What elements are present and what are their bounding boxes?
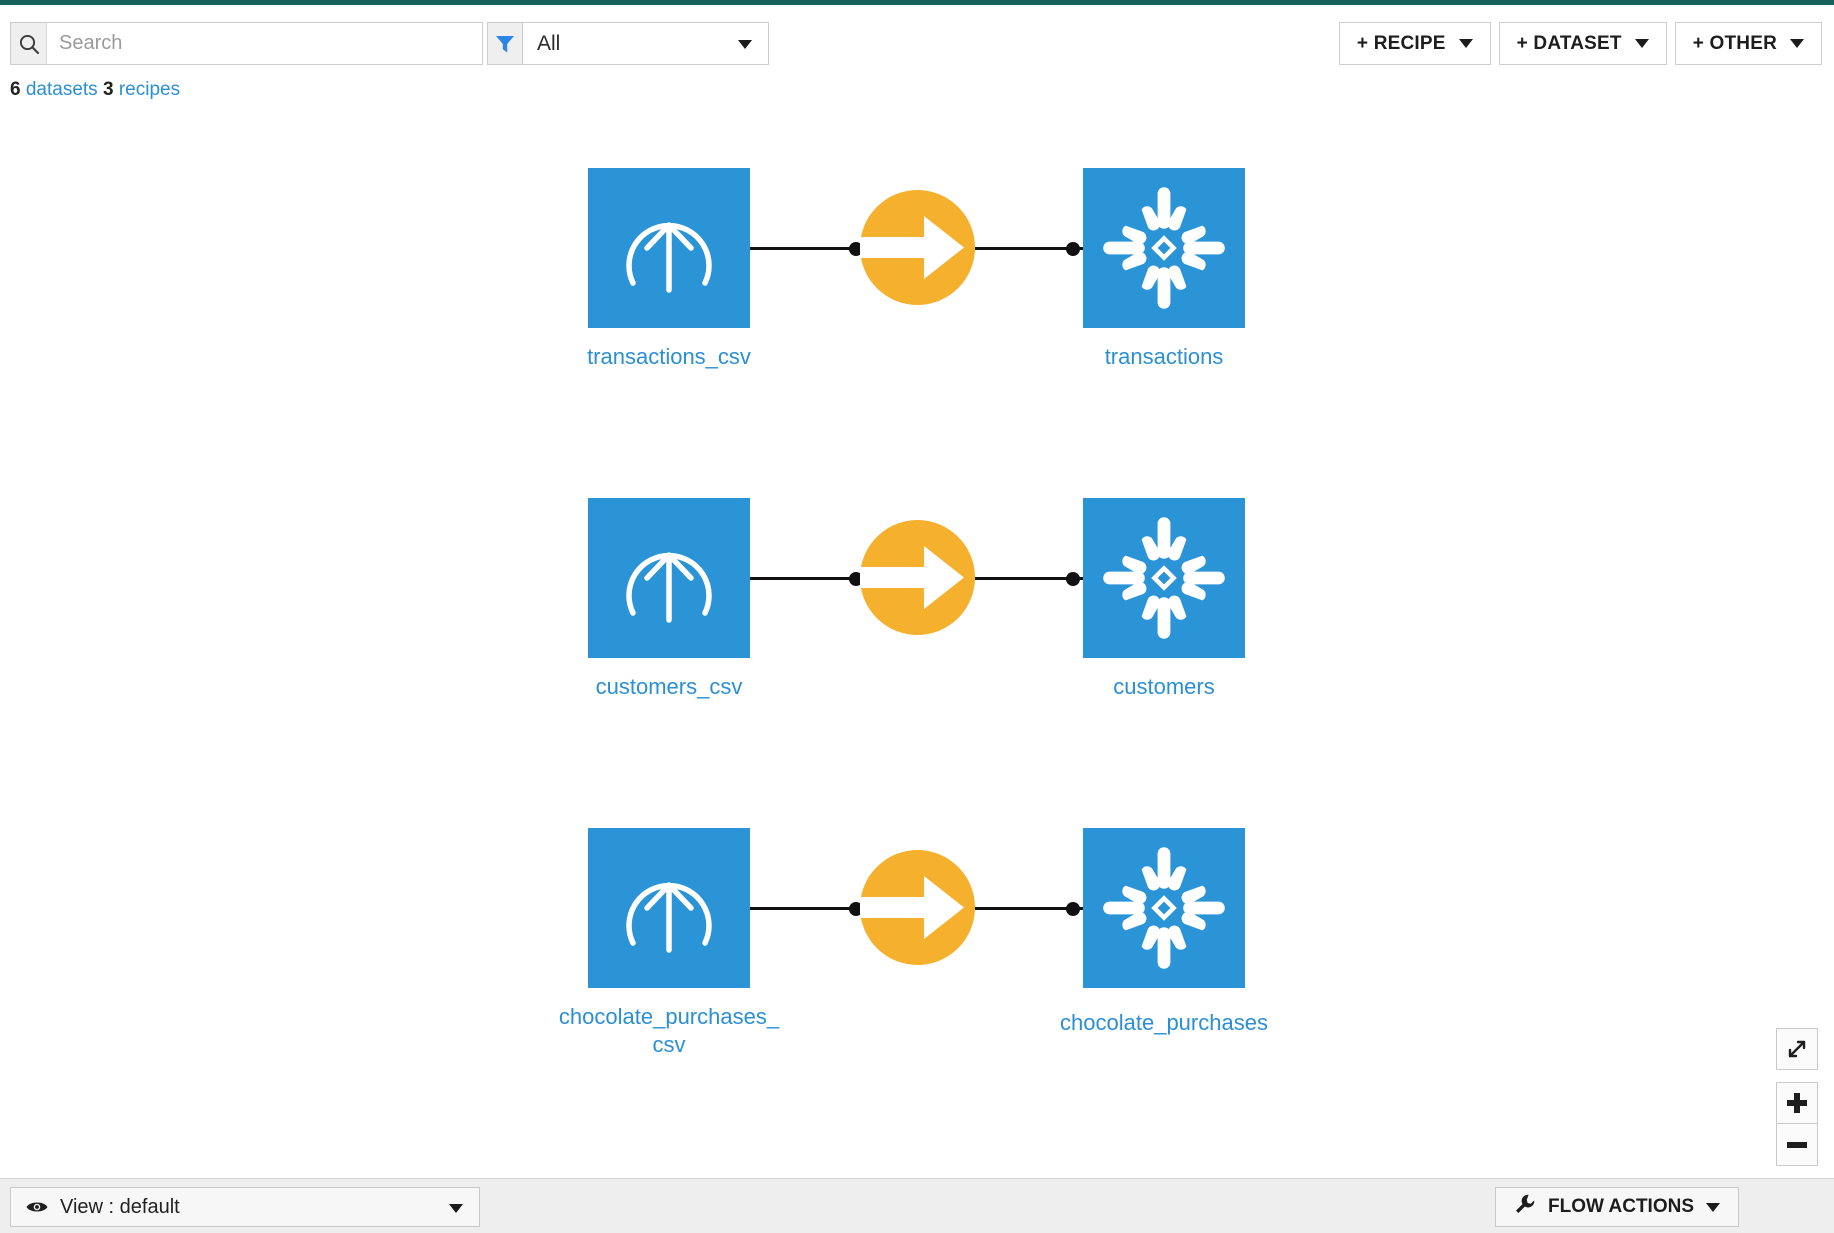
flow-edge [750,907,862,910]
dataset-node-target[interactable] [1083,498,1245,658]
plus-icon [1787,1093,1807,1113]
filter-group: All [487,22,769,65]
node-label-source[interactable]: customers_csv [489,673,849,701]
recipe-node[interactable] [860,850,975,965]
dataset-node-target[interactable] [1083,828,1245,988]
object-counts: 6 datasets 3 recipes [10,79,180,101]
node-label-target[interactable]: chocolate_purchases [984,1009,1344,1037]
add-recipe-label: + RECIPE [1356,32,1446,54]
recipe-node[interactable] [860,520,975,635]
add-dataset-label: + DATASET [1516,32,1622,54]
add-recipe-button[interactable]: + RECIPE [1338,22,1491,65]
search-icon [11,23,47,64]
flow-edge [750,577,862,580]
flow-row: customers_csv customers [0,485,1834,745]
chevron-down-icon [1790,39,1804,48]
filter-select[interactable]: All [523,22,769,65]
fit-to-screen-button[interactable] [1776,1028,1818,1070]
datasets-label[interactable]: datasets [26,79,98,100]
flow-edge-dot [1066,902,1080,916]
dataset-node-source[interactable] [588,498,750,658]
add-other-button[interactable]: + OTHER [1674,22,1822,65]
add-other-label: + OTHER [1692,32,1777,54]
search-group [10,22,483,65]
flow-canvas[interactable]: transactions_csv transactions customers_… [0,100,1834,1178]
flow-screen: All 6 datasets 3 recipes + RECIPE + DATA… [0,0,1834,1233]
node-label-target[interactable]: transactions [984,343,1344,371]
dataset-node-target[interactable] [1083,168,1245,328]
datasets-count: 6 [10,79,21,100]
node-label-source[interactable]: transactions_csv [489,343,849,371]
flow-status-bar: View : default FLOW ACTIONS [0,1178,1834,1233]
chevron-down-icon [1458,39,1473,48]
flow-row: chocolate_purchases_ csv chocolate_purch… [0,815,1834,1075]
add-dataset-button[interactable]: + DATASET [1498,22,1667,65]
dataset-node-source[interactable] [588,168,750,328]
view-select[interactable]: View : default [10,1187,480,1227]
flow-edge-dot [1066,572,1080,586]
node-label-target[interactable]: customers [984,673,1344,701]
flow-toolbar: All 6 datasets 3 recipes + RECIPE + DATA… [0,5,1834,100]
search-input[interactable] [47,23,482,64]
flow-row: transactions_csv transactions [0,155,1834,415]
zoom-out-button[interactable] [1776,1124,1818,1166]
chevron-down-icon [738,40,752,49]
fit-to-screen-icon [1788,1040,1806,1058]
flow-actions-label: FLOW ACTIONS [1548,1196,1694,1217]
zoom-in-button[interactable] [1776,1082,1818,1124]
filter-select-value: All [537,31,561,55]
flow-actions-button[interactable]: FLOW ACTIONS [1495,1187,1739,1227]
chevron-down-icon [449,1204,463,1213]
dataset-node-source[interactable] [588,828,750,988]
recipe-node[interactable] [860,190,975,305]
flow-edge-dot [1066,242,1080,256]
create-buttons: + RECIPE + DATASET + OTHER [1338,22,1822,65]
eye-icon [25,1199,49,1215]
minus-icon [1787,1141,1807,1148]
zoom-controls [1776,1028,1818,1166]
recipes-count: 3 [102,79,114,100]
chevron-down-icon [1706,1202,1720,1212]
chevron-down-icon [1634,39,1649,48]
wrench-icon [1514,1193,1536,1221]
filter-icon[interactable] [487,22,523,65]
node-label-source[interactable]: chocolate_purchases_ csv [489,1003,849,1059]
view-select-label: View : default [60,1195,180,1218]
recipes-label[interactable]: recipes [119,79,180,100]
flow-edge [750,247,862,250]
